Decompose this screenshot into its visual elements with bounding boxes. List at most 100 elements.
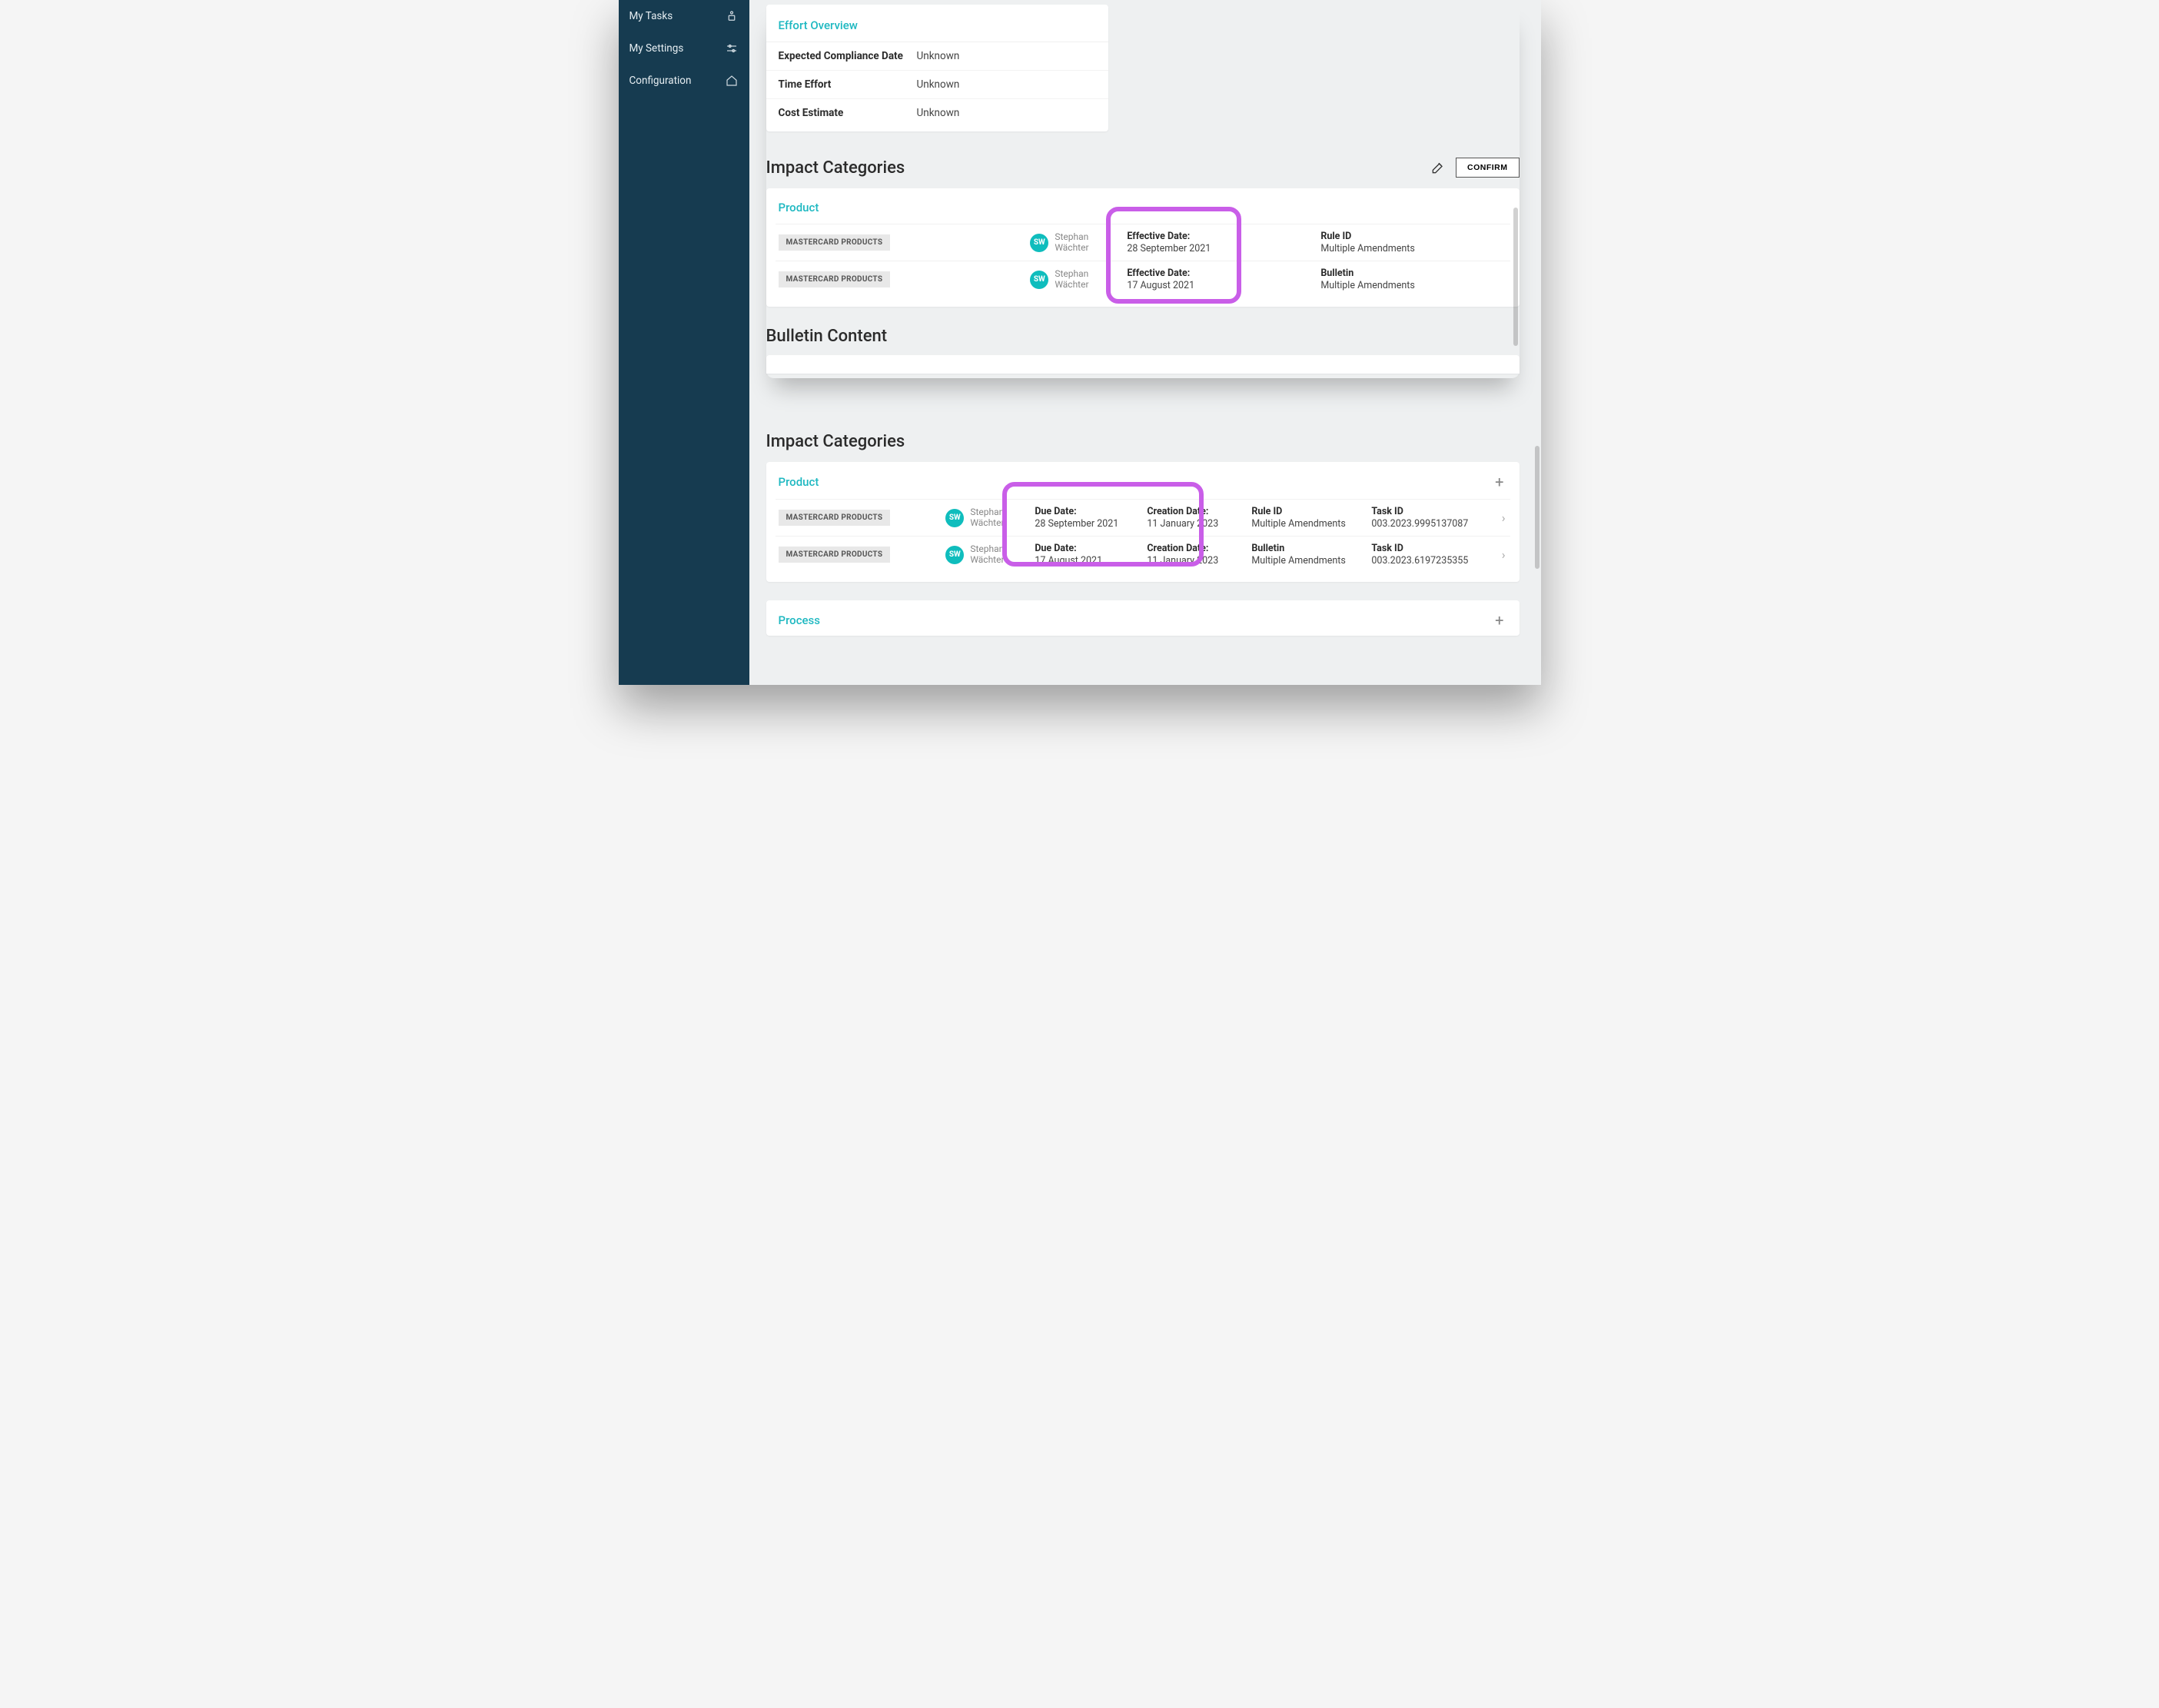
upper-frame: Effort Overview Expected Compliance Date… bbox=[766, 5, 1520, 378]
sidebar-item-label: Configuration bbox=[629, 75, 692, 87]
scrollbar[interactable] bbox=[1513, 208, 1518, 346]
add-product-button[interactable]: + bbox=[1492, 474, 1506, 490]
user-first: Stephan bbox=[1055, 231, 1088, 242]
assignee: SW Stephan Wächter bbox=[945, 544, 1022, 566]
product-row[interactable]: MASTERCARD PRODUCTS SW Stephan Wächter D… bbox=[776, 499, 1510, 536]
user-last: Wächter bbox=[970, 517, 1004, 528]
impact-categories-header-1: Impact Categories CONFIRM bbox=[766, 158, 1520, 178]
product-tag: MASTERCARD PRODUCTS bbox=[779, 234, 891, 251]
user-last: Wächter bbox=[1055, 242, 1088, 253]
assignee: SW Stephan Wächter bbox=[1030, 232, 1114, 254]
effective-date: Effective Date: 28 September 2021 bbox=[1127, 231, 1242, 254]
scrollbar[interactable] bbox=[1535, 446, 1540, 569]
effort-label: Time Effort bbox=[779, 78, 917, 91]
main-content: Effort Overview Expected Compliance Date… bbox=[749, 0, 1541, 685]
rule-id: Rule ID Multiple Amendments bbox=[1320, 231, 1420, 254]
assignee: SW Stephan Wächter bbox=[1030, 269, 1114, 291]
sidebar: My Tasks My Settings Configuration bbox=[619, 0, 749, 685]
panel-title: Product bbox=[779, 475, 819, 489]
effort-overview-card: Effort Overview Expected Compliance Date… bbox=[766, 5, 1108, 131]
user-name: Stephan Wächter bbox=[1055, 269, 1088, 291]
kv-label: Creation Date: bbox=[1147, 506, 1239, 517]
section-title: Impact Categories bbox=[766, 432, 905, 451]
task-id: Task ID 003.2023.6197235355 bbox=[1371, 543, 1486, 567]
user-last: Wächter bbox=[1055, 279, 1088, 290]
user-name: Stephan Wächter bbox=[1055, 232, 1088, 254]
user-first: Stephan bbox=[970, 507, 1004, 517]
sidebar-item-label: My Tasks bbox=[629, 10, 673, 22]
product-tag: MASTERCARD PRODUCTS bbox=[779, 510, 891, 526]
rule-id: Rule ID Multiple Amendments bbox=[1251, 506, 1359, 530]
avatar: SW bbox=[1030, 271, 1048, 289]
product-tag: MASTERCARD PRODUCTS bbox=[779, 271, 891, 287]
kv-value: 003.2023.9995137087 bbox=[1371, 518, 1486, 530]
kv-value: Multiple Amendments bbox=[1251, 555, 1359, 567]
user-tasks-icon bbox=[725, 9, 739, 23]
effort-value: Unknown bbox=[917, 107, 960, 119]
kv-label: Effective Date: bbox=[1127, 267, 1242, 279]
avatar: SW bbox=[945, 509, 964, 527]
sidebar-item-my-settings[interactable]: My Settings bbox=[619, 32, 749, 65]
due-date: Due Date: 17 August 2021 bbox=[1035, 543, 1134, 567]
product-row[interactable]: MASTERCARD PRODUCTS SW Stephan Wächter E… bbox=[776, 224, 1510, 261]
user-first: Stephan bbox=[1055, 268, 1088, 279]
kv-label: Rule ID bbox=[1320, 231, 1420, 242]
impact-categories-header-2: Impact Categories bbox=[766, 432, 1520, 451]
kv-value: 17 August 2021 bbox=[1035, 555, 1134, 567]
bulletin-content-card-stub bbox=[766, 355, 1520, 374]
effort-label: Cost Estimate bbox=[779, 107, 917, 119]
effort-overview-title: Effort Overview bbox=[766, 18, 1108, 42]
kv-value: 11 January 2023 bbox=[1147, 555, 1239, 567]
kv-value: 28 September 2021 bbox=[1127, 243, 1242, 254]
kv-value: Multiple Amendments bbox=[1320, 243, 1420, 254]
section-title: Impact Categories bbox=[766, 158, 905, 178]
kv-label: Task ID bbox=[1371, 506, 1486, 517]
avatar: SW bbox=[945, 546, 964, 564]
avatar: SW bbox=[1030, 234, 1048, 252]
sliders-icon bbox=[725, 42, 739, 55]
user-name: Stephan Wächter bbox=[970, 544, 1004, 566]
panel-title: Process bbox=[779, 613, 821, 627]
effort-value: Unknown bbox=[917, 50, 960, 62]
creation-date: Creation Date: 11 January 2023 bbox=[1147, 543, 1239, 567]
kv-label: Task ID bbox=[1371, 543, 1486, 554]
product-row[interactable]: MASTERCARD PRODUCTS SW Stephan Wächter D… bbox=[776, 536, 1510, 573]
panel-header: Product + bbox=[776, 474, 1510, 499]
section-actions: CONFIRM bbox=[1428, 158, 1520, 178]
home-icon bbox=[725, 74, 739, 88]
confirm-button[interactable]: CONFIRM bbox=[1456, 158, 1520, 178]
product-panel-1: Product MASTERCARD PRODUCTS SW Stephan W… bbox=[766, 188, 1520, 307]
kv-value: 28 September 2021 bbox=[1035, 518, 1134, 530]
effort-value: Unknown bbox=[917, 78, 960, 91]
kv-value: 17 August 2021 bbox=[1127, 280, 1242, 291]
kv-label: Bulletin bbox=[1251, 543, 1359, 554]
effort-row: Time Effort Unknown bbox=[766, 71, 1108, 99]
kv-value: Multiple Amendments bbox=[1320, 280, 1420, 291]
effort-label: Expected Compliance Date bbox=[779, 50, 917, 62]
chevron-right-icon[interactable]: › bbox=[1502, 547, 1507, 562]
product-tag: MASTERCARD PRODUCTS bbox=[779, 547, 891, 563]
edit-icon[interactable] bbox=[1428, 158, 1448, 178]
kv-label: Bulletin bbox=[1320, 267, 1420, 279]
process-panel: Process + bbox=[766, 600, 1520, 636]
panel-header: Product bbox=[776, 201, 1510, 224]
sidebar-item-my-tasks[interactable]: My Tasks bbox=[619, 0, 749, 32]
product-row[interactable]: MASTERCARD PRODUCTS SW Stephan Wächter E… bbox=[776, 261, 1510, 297]
panel-title: Product bbox=[779, 201, 819, 214]
user-last: Wächter bbox=[970, 554, 1004, 565]
chevron-right-icon[interactable]: › bbox=[1502, 510, 1507, 525]
kv-label: Creation Date: bbox=[1147, 543, 1239, 554]
add-process-button[interactable]: + bbox=[1492, 613, 1506, 628]
kv-value: 11 January 2023 bbox=[1147, 518, 1239, 530]
bulletin-content-header: Bulletin Content bbox=[766, 327, 1520, 346]
user-first: Stephan bbox=[970, 543, 1004, 554]
section-title: Bulletin Content bbox=[766, 327, 888, 346]
effective-date: Effective Date: 17 August 2021 bbox=[1127, 267, 1242, 291]
kv-label: Rule ID bbox=[1251, 506, 1359, 517]
product-panel-2: Product + MASTERCARD PRODUCTS SW Stephan… bbox=[766, 462, 1520, 582]
app-root: My Tasks My Settings Configuration Effor… bbox=[619, 0, 1541, 685]
kv-value: Multiple Amendments bbox=[1251, 518, 1359, 530]
creation-date: Creation Date: 11 January 2023 bbox=[1147, 506, 1239, 530]
sidebar-item-label: My Settings bbox=[629, 42, 684, 55]
sidebar-item-configuration[interactable]: Configuration bbox=[619, 65, 749, 97]
